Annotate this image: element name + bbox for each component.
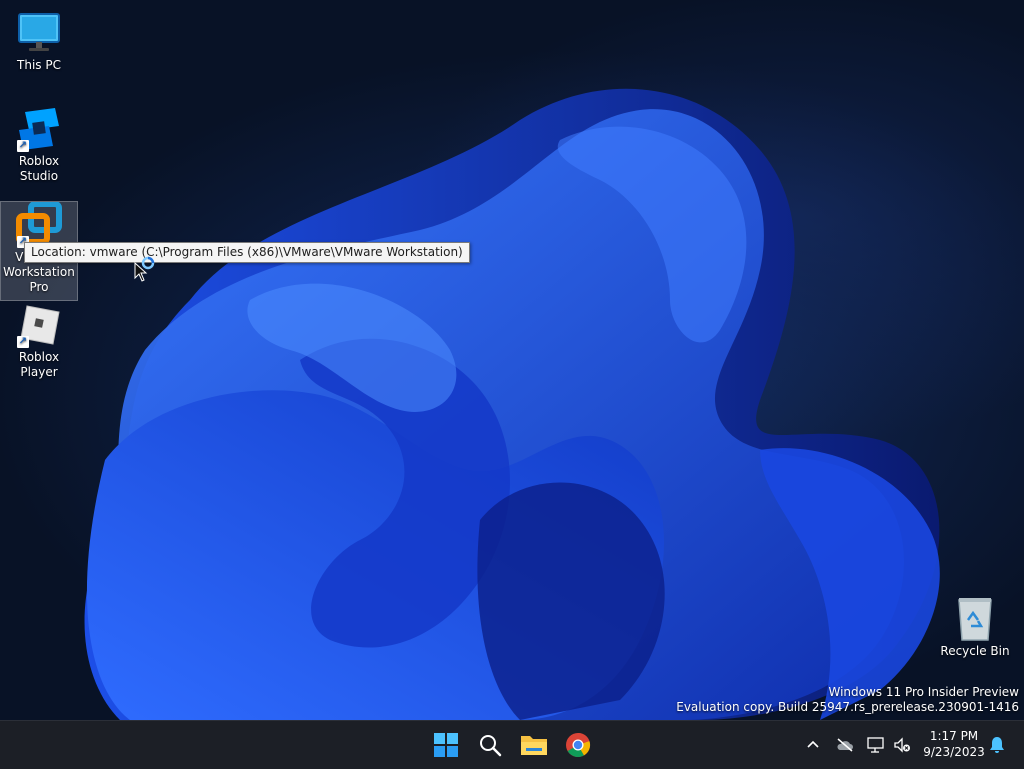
desktop-icon-label-line: Pro	[29, 280, 49, 294]
volume-tray-button[interactable]	[890, 733, 914, 757]
monitor-icon	[15, 10, 63, 56]
network-tray-button[interactable]	[864, 733, 888, 757]
desktop-icon-label: Roblox Studio	[18, 154, 60, 183]
desktop-icon-roblox-player[interactable]: ↗ Roblox Player	[1, 302, 77, 380]
notification-center-button[interactable]	[985, 733, 1009, 757]
chrome-button[interactable]	[558, 725, 598, 765]
watermark-line-2: Evaluation copy. Build 25947.rs_prerelea…	[676, 700, 1019, 714]
onedrive-tray-button[interactable]	[833, 733, 857, 757]
watermark-line-1: Windows 11 Pro Insider Preview	[828, 685, 1019, 699]
evaluation-watermark: Windows 11 Pro Insider Preview Evaluatio…	[676, 685, 1019, 715]
desktop-icon-roblox-studio[interactable]: ↗ Roblox Studio	[1, 106, 77, 184]
desktop-icon-label: Roblox Player	[18, 350, 60, 379]
desktop-icon-label-line: Workstation	[3, 265, 75, 279]
search-button[interactable]	[470, 725, 510, 765]
start-button[interactable]	[426, 725, 466, 765]
clock-date: 9/23/2023	[923, 745, 985, 759]
notification-bell-icon	[990, 737, 1004, 753]
onedrive-offline-icon	[837, 738, 853, 752]
network-icon	[867, 737, 884, 753]
roblox-studio-icon: ↗	[15, 106, 63, 152]
windows-start-icon	[434, 733, 458, 757]
volume-muted-icon	[894, 737, 910, 753]
clock-time: 1:17 PM	[929, 729, 979, 743]
location-tooltip: Location: vmware (C:\Program Files (x86)…	[24, 242, 470, 263]
chrome-icon	[566, 732, 591, 758]
show-hidden-icons-button[interactable]	[801, 733, 825, 757]
shortcut-arrow-icon: ↗	[17, 336, 29, 348]
mouse-pointer-icon	[134, 262, 148, 282]
taskbar: 1:17 PM 9/23/2023	[0, 720, 1024, 769]
desktop-icon-this-pc[interactable]: This PC	[1, 10, 77, 73]
shortcut-arrow-icon: ↗	[17, 140, 29, 152]
recycle-bin-icon	[951, 596, 999, 642]
desktop-icon-label: This PC	[17, 58, 61, 72]
desktop-icon-label: Recycle Bin	[940, 644, 1010, 658]
taskbar-clock[interactable]: 1:17 PM 9/23/2023	[918, 728, 990, 760]
wallpaper-bloom	[84, 88, 940, 720]
chevron-up-icon	[807, 740, 819, 748]
roblox-player-icon: ↗	[15, 302, 63, 348]
desktop-icon-recycle-bin[interactable]: Recycle Bin	[937, 596, 1013, 659]
file-explorer-button[interactable]	[514, 725, 554, 765]
folder-icon	[521, 736, 547, 755]
search-icon	[480, 735, 502, 757]
desktop[interactable]: This PC ↗ Roblox Studio ↗ VMware Worksta…	[0, 0, 1024, 720]
